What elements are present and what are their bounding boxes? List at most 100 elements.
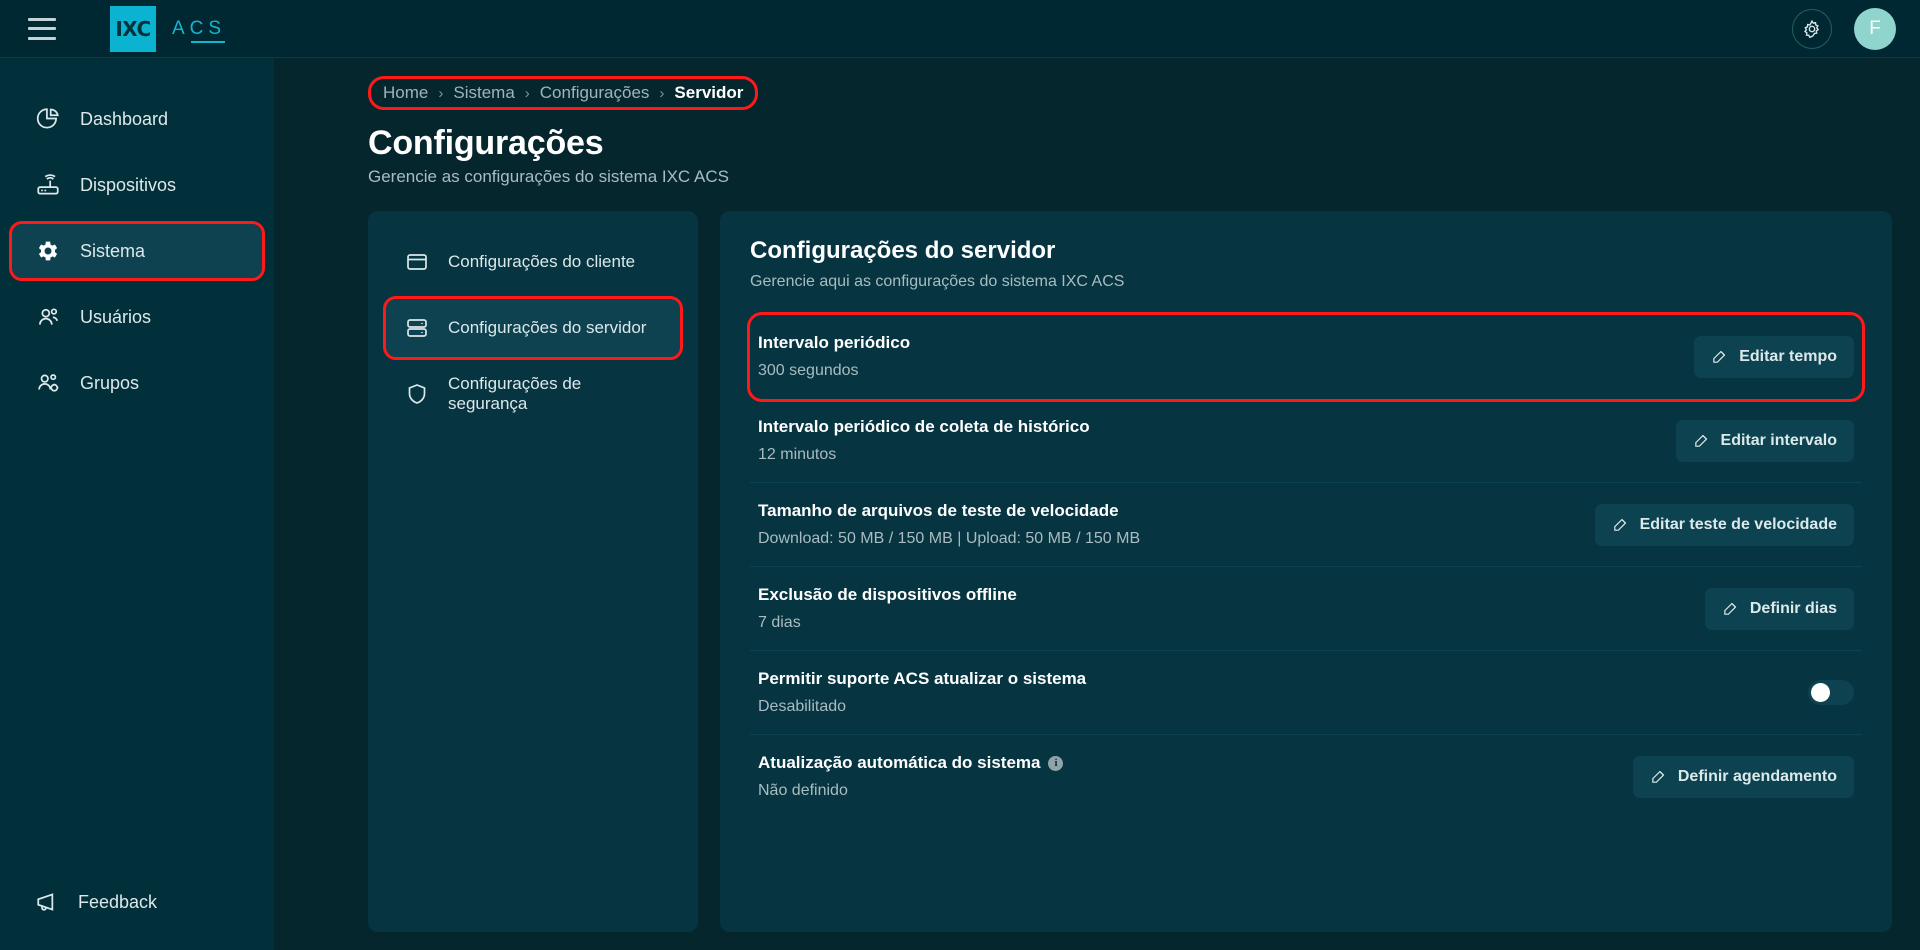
category-item-label: Configurações do cliente bbox=[448, 252, 636, 271]
setting-label-text: Tamanho de arquivos de teste de velocida… bbox=[758, 501, 1119, 520]
setting-label: Tamanho de arquivos de teste de velocida… bbox=[758, 501, 1140, 521]
setting-text-block: Intervalo periódico 300 segundos bbox=[758, 333, 910, 380]
sidebar-item-dashboard[interactable]: Dashboard bbox=[12, 92, 262, 146]
edit-button-label: Editar tempo bbox=[1739, 347, 1837, 365]
panel-title: Configurações do servidor bbox=[750, 237, 1056, 264]
setting-value: 12 minutos bbox=[758, 446, 837, 463]
toggle-knob bbox=[1811, 683, 1830, 702]
edit-pencil-icon bbox=[1722, 600, 1739, 617]
gear-icon bbox=[34, 237, 62, 265]
category-item-servidor[interactable]: Configurações do servidor bbox=[383, 296, 683, 360]
definir-dias-button[interactable]: Definir dias bbox=[1704, 587, 1854, 630]
sidebar-item-label: Dashboard bbox=[80, 108, 169, 129]
edit-pencil-icon bbox=[1693, 432, 1710, 449]
top-bar: IXC ACS F bbox=[0, 0, 1920, 58]
suporte-acs-toggle[interactable] bbox=[1808, 680, 1854, 705]
main-content: Home › Sistema › Configurações › Servido… bbox=[274, 58, 1920, 950]
edit-pencil-icon bbox=[1650, 768, 1667, 785]
acs-logo-text: ACS bbox=[172, 17, 227, 43]
feedback-label: Feedback bbox=[78, 891, 158, 912]
category-item-seguranca[interactable]: Configurações de segurança bbox=[386, 365, 680, 423]
sidebar-item-label: Sistema bbox=[80, 240, 146, 261]
edit-button-label: Definir dias bbox=[1749, 599, 1837, 617]
setting-text-block: Intervalo periódico de coleta de históri… bbox=[758, 417, 1090, 464]
pie-chart-icon bbox=[34, 105, 62, 133]
category-item-label: Configurações de segurança bbox=[448, 374, 582, 413]
setting-label-text: Intervalo periódico bbox=[758, 333, 911, 352]
sidebar: Dashboard Dispositivos Sistema Usuários … bbox=[0, 58, 274, 950]
edit-intervalo-button[interactable]: Editar intervalo bbox=[1675, 419, 1854, 462]
users-icon bbox=[34, 303, 62, 331]
sidebar-item-dispositivos[interactable]: Dispositivos bbox=[12, 158, 262, 212]
setting-text-block: Exclusão de dispositivos offline 7 dias bbox=[758, 585, 1017, 632]
shield-icon bbox=[404, 381, 430, 407]
hamburger-icon[interactable] bbox=[28, 17, 56, 40]
category-item-label: Configurações do servidor bbox=[448, 318, 647, 337]
server-settings-panel: Configurações do servidor Gerencie aqui … bbox=[720, 211, 1892, 932]
breadcrumb: Home › Sistema › Configurações › Servido… bbox=[368, 76, 759, 110]
setting-label: Atualização automática do sistema i bbox=[758, 753, 1064, 773]
router-icon bbox=[34, 171, 62, 199]
content-row: Configurações do cliente Configurações d… bbox=[368, 211, 1892, 950]
megaphone-icon bbox=[34, 888, 62, 916]
breadcrumb-item-home[interactable]: Home bbox=[383, 83, 428, 103]
category-item-cliente[interactable]: Configurações do cliente bbox=[386, 233, 680, 291]
edit-button-label: Definir agendamento bbox=[1677, 767, 1837, 785]
edit-pencil-icon bbox=[1612, 516, 1629, 533]
setting-label-text: Atualização automática do sistema bbox=[758, 753, 1041, 772]
setting-label-text: Exclusão de dispositivos offline bbox=[758, 585, 1017, 604]
info-icon[interactable]: i bbox=[1048, 755, 1064, 771]
feedback-button[interactable]: Feedback bbox=[0, 888, 274, 916]
sidebar-item-grupos[interactable]: Grupos bbox=[12, 356, 262, 410]
setting-row-suporte-acs: Permitir suporte ACS atualizar o sistema… bbox=[750, 651, 1862, 735]
edit-button-label: Editar teste de velocidade bbox=[1639, 515, 1837, 533]
setting-text-block: Tamanho de arquivos de teste de velocida… bbox=[758, 501, 1140, 548]
settings-category-card: Configurações do cliente Configurações d… bbox=[368, 211, 698, 932]
chevron-right-icon: › bbox=[659, 84, 665, 102]
ixc-logo-mark: IXC bbox=[110, 5, 156, 52]
edit-teste-velocidade-button[interactable]: Editar teste de velocidade bbox=[1594, 503, 1854, 546]
sidebar-item-label: Grupos bbox=[80, 372, 140, 393]
edit-pencil-icon bbox=[1711, 348, 1728, 365]
setting-label-text: Permitir suporte ACS atualizar o sistema bbox=[758, 669, 1087, 688]
settings-rows: Intervalo periódico 300 segundos Editar … bbox=[747, 312, 1865, 818]
definir-agendamento-button[interactable]: Definir agendamento bbox=[1632, 755, 1854, 798]
page-title: Configurações bbox=[368, 124, 604, 162]
app-root: IXC ACS F Dashboard Dispositivos Sistema… bbox=[0, 0, 1920, 950]
setting-label: Exclusão de dispositivos offline bbox=[758, 585, 1017, 605]
setting-text-block: Atualização automática do sistema i Não … bbox=[758, 753, 1064, 800]
setting-label: Intervalo periódico bbox=[758, 333, 910, 353]
setting-value: Não definido bbox=[758, 782, 848, 799]
breadcrumb-item-sistema[interactable]: Sistema bbox=[453, 83, 514, 103]
body-split: Dashboard Dispositivos Sistema Usuários … bbox=[0, 58, 1920, 950]
edit-button-label: Editar intervalo bbox=[1720, 431, 1837, 449]
setting-row-intervalo-periodico: Intervalo periódico 300 segundos Editar … bbox=[747, 312, 1865, 402]
setting-label: Intervalo periódico de coleta de históri… bbox=[758, 417, 1090, 437]
user-avatar[interactable]: F bbox=[1854, 7, 1896, 50]
edit-tempo-button[interactable]: Editar tempo bbox=[1694, 335, 1854, 378]
chevron-right-icon: › bbox=[438, 84, 444, 102]
setting-row-exclusao-offline: Exclusão de dispositivos offline 7 dias bbox=[750, 567, 1862, 651]
sidebar-item-label: Dispositivos bbox=[80, 174, 177, 195]
settings-gear-button[interactable] bbox=[1792, 8, 1832, 49]
gear-icon bbox=[1802, 19, 1822, 39]
setting-label: Permitir suporte ACS atualizar o sistema bbox=[758, 669, 1086, 689]
sidebar-item-usuarios[interactable]: Usuários bbox=[12, 290, 262, 344]
window-icon bbox=[404, 249, 430, 275]
panel-subtitle: Gerencie aqui as configurações do sistem… bbox=[750, 273, 1125, 290]
setting-text-block: Permitir suporte ACS atualizar o sistema… bbox=[758, 669, 1086, 716]
breadcrumb-item-servidor: Servidor bbox=[674, 83, 744, 102]
breadcrumb-item-configuracoes[interactable]: Configurações bbox=[540, 83, 650, 103]
sidebar-item-sistema[interactable]: Sistema bbox=[9, 221, 265, 281]
sidebar-item-label: Usuários bbox=[80, 306, 152, 327]
setting-value: 7 dias bbox=[758, 614, 801, 631]
page-subtitle: Gerencie as configurações do sistema IXC… bbox=[368, 167, 729, 186]
setting-value: Desabilitado bbox=[758, 698, 847, 715]
setting-row-coleta-historico: Intervalo periódico de coleta de históri… bbox=[750, 399, 1862, 483]
setting-value: 300 segundos bbox=[758, 362, 859, 379]
app-logo[interactable]: IXC ACS bbox=[110, 5, 227, 52]
breadcrumb-row: Home › Sistema › Configurações › Servido… bbox=[368, 76, 1892, 110]
setting-row-atualizacao-automatica: Atualização automática do sistema i Não … bbox=[750, 735, 1862, 818]
server-icon bbox=[404, 315, 430, 341]
setting-value: Download: 50 MB / 150 MB | Upload: 50 MB… bbox=[758, 530, 1141, 547]
